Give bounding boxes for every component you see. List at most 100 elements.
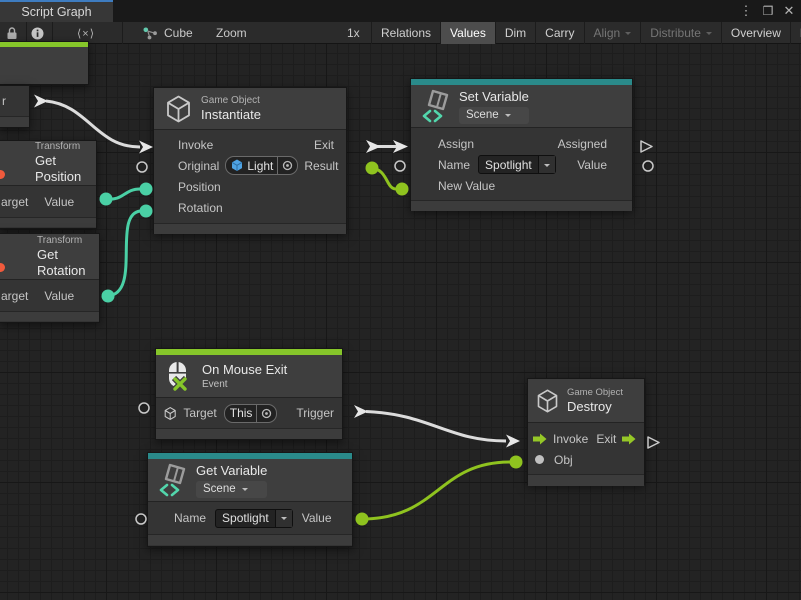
variables-icon bbox=[156, 463, 188, 497]
variables-icon bbox=[419, 89, 451, 123]
cube-icon bbox=[165, 95, 192, 123]
variable-kind-dropdown[interactable]: Scene bbox=[459, 107, 529, 124]
variable-kind-dropdown[interactable]: Scene bbox=[196, 481, 267, 498]
exit-output-port[interactable] bbox=[366, 140, 381, 153]
node-category: Transform bbox=[35, 141, 96, 153]
distribute-dropdown[interactable]: Distribute bbox=[640, 22, 721, 44]
chevron-down-icon bbox=[538, 156, 555, 173]
dim-button[interactable]: Dim bbox=[495, 22, 535, 44]
graph-name: Cube bbox=[164, 26, 193, 40]
value-output-port[interactable] bbox=[356, 513, 369, 526]
node-partial-row[interactable]: r bbox=[0, 85, 30, 128]
relations-button[interactable]: Relations bbox=[371, 22, 440, 44]
zoom-label: Zoom bbox=[216, 22, 247, 44]
exit-port-label: Exit bbox=[314, 138, 334, 152]
target-port-label: arget bbox=[1, 289, 28, 303]
node-instantiate[interactable]: Game Object Instantiate Invoke Exit Orig… bbox=[153, 87, 347, 234]
value-port-label: Value bbox=[577, 158, 607, 172]
node-category: Game Object bbox=[567, 387, 623, 399]
node-on-mouse-exit[interactable]: On Mouse Exit Event Target This bbox=[155, 348, 343, 440]
tab-script-graph[interactable]: Script Graph bbox=[0, 0, 113, 22]
node-title: On Mouse Exit bbox=[202, 362, 287, 378]
graph-toolbar: ⟨×⟩ Cube Zoom 1x Relations Values Dim Ca… bbox=[0, 22, 801, 44]
invoke-input-port[interactable] bbox=[139, 141, 153, 154]
lock-icon bbox=[6, 27, 18, 40]
cube-icon bbox=[536, 389, 559, 413]
object-field-value: Light bbox=[247, 159, 273, 173]
result-output-port[interactable] bbox=[366, 162, 379, 175]
assigned-output-port[interactable] bbox=[641, 141, 652, 152]
name-port-label: Name bbox=[438, 158, 470, 172]
tab-title: Script Graph bbox=[21, 5, 91, 19]
script-graph-window: Script Graph ⋮ ❒ ✕ ⟨×⟩ bbox=[0, 0, 801, 600]
carry-button[interactable]: Carry bbox=[535, 22, 583, 44]
fullscreen-button[interactable]: Full Screen bbox=[790, 22, 801, 44]
node-get-variable[interactable]: Get Variable Scene Name Spotlight Value bbox=[147, 452, 353, 547]
newvalue-input-port[interactable] bbox=[396, 183, 409, 196]
node-partial-event[interactable] bbox=[0, 41, 89, 85]
zoom-value: 1x bbox=[347, 22, 360, 44]
close-icon[interactable]: ✕ bbox=[780, 1, 798, 21]
overview-button[interactable]: Overview bbox=[721, 22, 790, 44]
value-port-label: Value bbox=[44, 195, 74, 209]
name-port-label: Name bbox=[174, 511, 206, 525]
invoke-port-label: Invoke bbox=[553, 432, 588, 446]
chevron-down-icon bbox=[242, 488, 248, 494]
assign-input-port[interactable] bbox=[393, 140, 408, 153]
node-category: Game Object bbox=[201, 95, 261, 107]
obj-input-port[interactable] bbox=[510, 456, 523, 469]
node-title: Destroy bbox=[567, 399, 623, 415]
graph-breadcrumb[interactable]: Cube bbox=[143, 22, 193, 44]
graph-canvas[interactable]: r Transform Get Position arget Value bbox=[0, 44, 801, 600]
menu-dots-icon[interactable]: ⋮ bbox=[737, 1, 755, 21]
node-get-position[interactable]: Transform Get Position arget Value bbox=[0, 140, 97, 229]
target-input-port[interactable] bbox=[139, 403, 149, 413]
node-category: Transform bbox=[37, 235, 99, 247]
obj-port-icon[interactable] bbox=[535, 455, 544, 464]
value-output-port[interactable] bbox=[643, 161, 653, 171]
obj-port-label: Obj bbox=[554, 453, 573, 467]
original-port-label: Original bbox=[178, 159, 219, 173]
original-input-port[interactable] bbox=[137, 162, 147, 172]
variable-name-dropdown[interactable]: Spotlight bbox=[215, 509, 293, 528]
values-button[interactable]: Values bbox=[440, 22, 495, 44]
variable-name-dropdown[interactable]: Spotlight bbox=[478, 155, 556, 174]
chevron-down-icon bbox=[625, 32, 631, 38]
align-dropdown[interactable]: Align bbox=[584, 22, 641, 44]
game-object-icon bbox=[231, 159, 243, 172]
code-icon: ⟨×⟩ bbox=[77, 27, 95, 40]
assign-port-label: Assign bbox=[438, 137, 474, 151]
wire-getposition-to-position bbox=[106, 189, 140, 199]
value-output-port[interactable] bbox=[100, 193, 113, 206]
object-field-value: This bbox=[230, 406, 253, 420]
rotation-input-port[interactable] bbox=[140, 205, 153, 218]
object-field-this[interactable]: This bbox=[224, 404, 278, 423]
wire-trigger-to-invoke bbox=[366, 412, 506, 442]
target-port-label: arget bbox=[1, 195, 28, 209]
node-get-rotation[interactable]: Transform Get Rotation arget Value bbox=[0, 233, 100, 323]
name-input-port[interactable] bbox=[136, 514, 146, 524]
cube-icon bbox=[164, 405, 176, 422]
node-set-variable[interactable]: Set Variable Scene Assign Assigned Name … bbox=[410, 78, 633, 211]
flow-arrow-icon[interactable] bbox=[533, 433, 547, 445]
flow-output-port[interactable] bbox=[34, 95, 48, 108]
value-output-port[interactable] bbox=[102, 290, 115, 303]
target-port-label: Target bbox=[183, 406, 216, 420]
wire-result-to-newvalue bbox=[372, 168, 396, 189]
object-field-light[interactable]: Light bbox=[225, 156, 298, 175]
mouse-exit-icon bbox=[166, 360, 192, 392]
maximize-icon[interactable]: ❒ bbox=[759, 1, 777, 21]
assigned-port-label: Assigned bbox=[558, 137, 607, 151]
position-input-port[interactable] bbox=[140, 183, 153, 196]
partial-port-label: r bbox=[2, 94, 6, 108]
object-picker-icon[interactable] bbox=[277, 157, 297, 174]
trigger-output-port[interactable] bbox=[354, 405, 368, 418]
name-input-port[interactable] bbox=[395, 161, 405, 171]
exit-output-port[interactable] bbox=[648, 437, 659, 448]
invoke-input-port[interactable] bbox=[506, 435, 520, 448]
flow-arrow-icon[interactable] bbox=[622, 433, 636, 445]
chevron-down-icon bbox=[505, 114, 511, 120]
node-destroy[interactable]: Game Object Destroy Invoke Exit bbox=[527, 378, 645, 485]
object-picker-icon[interactable] bbox=[256, 405, 276, 422]
wire-getrotation-to-rotation bbox=[108, 211, 140, 296]
